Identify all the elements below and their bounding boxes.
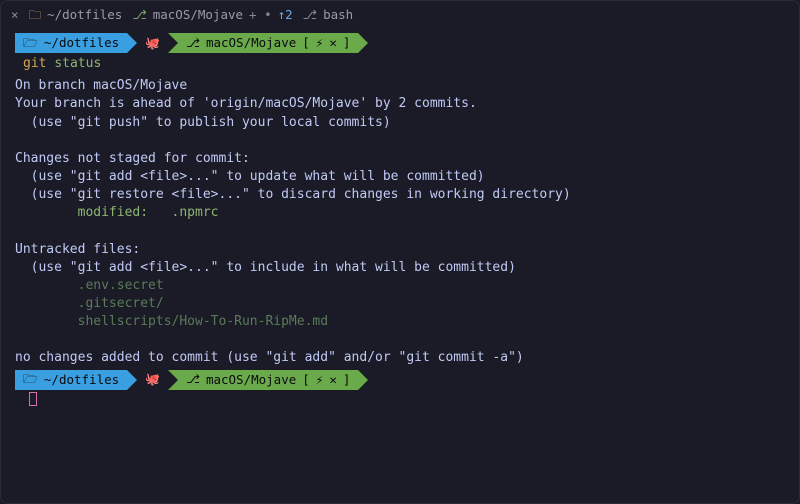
blank-line: [15, 223, 785, 241]
titlebar-shell-segment: ⎇ bash: [303, 6, 354, 24]
git-branch-icon: ⎇: [186, 35, 200, 52]
powerline-arrow-icon: [168, 370, 178, 390]
prompt-git-segment: 🐙: [137, 33, 168, 53]
titlebar-branch-segment: ⎇ macOS/Mojave + • ↑2: [132, 6, 292, 24]
untracked-file: .gitsecret/: [15, 295, 785, 313]
output-line: On branch macOS/Mojave: [15, 77, 785, 95]
command-name: git: [23, 56, 46, 71]
shell-icon: ⎇: [303, 6, 317, 24]
command-line: git status: [15, 55, 785, 73]
bolt-icon: ⚡: [316, 371, 324, 389]
modified-file: modified: .npmrc: [15, 204, 785, 222]
prompt-branch-segment: ⎇ macOS/Mojave [ ⚡ ✕ ]: [178, 370, 358, 390]
prompt-git-segment: 🐙: [137, 370, 168, 390]
powerline-arrow-icon: [127, 370, 137, 390]
blank-line: [15, 331, 785, 349]
ahead-indicator: ↑2: [278, 6, 293, 24]
folder-open-icon: 🗁: [23, 371, 38, 388]
status-bracket-open: [: [302, 34, 310, 52]
blank-line: [15, 132, 785, 150]
titlebar-shell: bash: [323, 6, 353, 24]
cursor: [29, 392, 37, 406]
output-line: Untracked files:: [15, 241, 785, 259]
status-bracket-open: [: [302, 371, 310, 389]
folder-open-icon: 🗁: [23, 35, 38, 52]
powerline-arrow-icon: [358, 370, 368, 390]
output-line: (use "git restore <file>..." to discard …: [15, 186, 785, 204]
window-titlebar: × 🗀 ~/dotfiles ⎇ macOS/Mojave + • ↑2 ⎇ b…: [1, 1, 799, 29]
github-icon: 🐙: [145, 35, 160, 52]
titlebar-path: ~/dotfiles: [47, 6, 122, 24]
output-line: (use "git push" to publish your local co…: [15, 114, 785, 132]
github-icon: 🐙: [145, 371, 160, 388]
bolt-icon: ⚡: [316, 34, 324, 52]
close-icon[interactable]: ×: [11, 6, 19, 24]
prompt-branch: macOS/Mojave: [206, 371, 296, 389]
prompt-branch: macOS/Mojave: [206, 34, 296, 52]
output-line: (use "git add <file>..." to update what …: [15, 168, 785, 186]
titlebar-branch: macOS/Mojave: [153, 6, 243, 24]
x-icon: ✕: [329, 34, 337, 52]
prompt-path: ~/dotfiles: [44, 371, 119, 389]
status-bracket-close: ]: [343, 34, 351, 52]
terminal-body[interactable]: 🗁 ~/dotfiles 🐙 ⎇ macOS/Mojave [ ⚡ ✕ ] gi…: [1, 29, 799, 420]
powerline-arrow-icon: [168, 33, 178, 53]
folder-icon: 🗀: [29, 6, 42, 24]
powerline-prompt: 🗁 ~/dotfiles 🐙 ⎇ macOS/Mojave [ ⚡ ✕ ]: [15, 33, 785, 53]
dirty-indicator: + •: [249, 6, 272, 24]
command-line[interactable]: [15, 392, 785, 406]
git-branch-icon: ⎇: [132, 6, 146, 24]
prompt-path: ~/dotfiles: [44, 34, 119, 52]
prompt-path-segment: 🗁 ~/dotfiles: [15, 33, 127, 53]
untracked-file: .env.secret: [15, 277, 785, 295]
untracked-file: shellscripts/How-To-Run-RipMe.md: [15, 313, 785, 331]
titlebar-path-segment: 🗀 ~/dotfiles: [29, 6, 123, 24]
powerline-arrow-icon: [127, 33, 137, 53]
output-line: Your branch is ahead of 'origin/macOS/Mo…: [15, 95, 785, 113]
prompt-path-segment: 🗁 ~/dotfiles: [15, 370, 127, 390]
git-branch-icon: ⎇: [186, 371, 200, 388]
command-arg: status: [54, 56, 101, 71]
x-icon: ✕: [329, 371, 337, 389]
powerline-prompt: 🗁 ~/dotfiles 🐙 ⎇ macOS/Mojave [ ⚡ ✕ ]: [15, 370, 785, 390]
output-line: Changes not staged for commit:: [15, 150, 785, 168]
powerline-arrow-icon: [358, 33, 368, 53]
output-line: (use "git add <file>..." to include in w…: [15, 259, 785, 277]
output-line: no changes added to commit (use "git add…: [15, 349, 785, 367]
prompt-branch-segment: ⎇ macOS/Mojave [ ⚡ ✕ ]: [178, 33, 358, 53]
status-bracket-close: ]: [343, 371, 351, 389]
